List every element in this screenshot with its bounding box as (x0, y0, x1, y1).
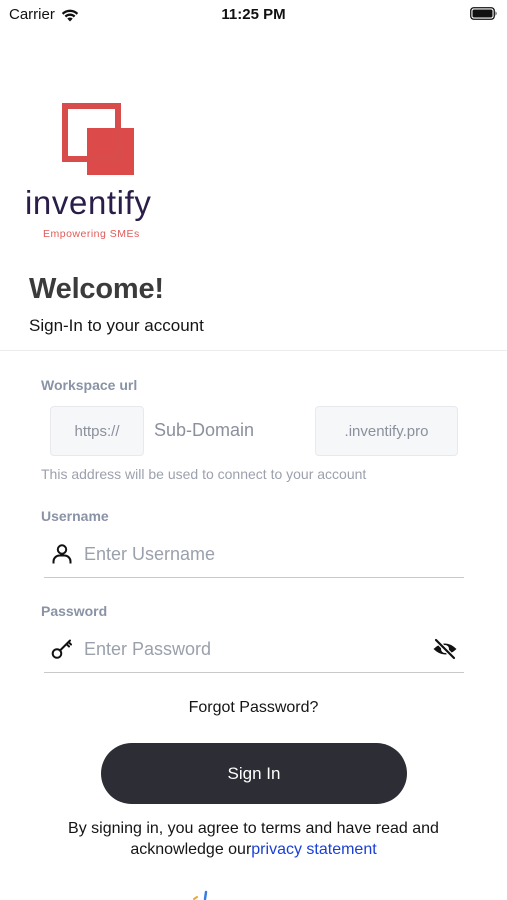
page-subtitle: Sign-In to your account (29, 316, 204, 335)
divider (0, 350, 507, 351)
page-title: Welcome! (29, 273, 164, 305)
key-icon (51, 639, 72, 659)
password-input[interactable] (84, 637, 414, 661)
username-field[interactable] (44, 532, 464, 578)
footer-logo-icon (193, 890, 208, 900)
status-time: 11:25 PM (221, 6, 286, 23)
username-label: Username (41, 508, 109, 524)
workspace-label: Workspace url (41, 377, 138, 393)
user-icon (52, 544, 72, 564)
app-logo: inventify Empowering SMEs (22, 100, 182, 245)
sign-in-button[interactable]: Sign In (101, 743, 407, 804)
workspace-prefix: https:// (50, 406, 144, 456)
status-bar: Carrier 11:25 PM (0, 0, 507, 30)
username-input[interactable] (84, 542, 414, 566)
logo-wordmark: inventify (25, 184, 152, 221)
workspace-suffix: .inventify.pro (315, 406, 458, 456)
password-field[interactable] (44, 627, 464, 673)
logo-mark-icon (62, 103, 134, 175)
privacy-statement-link[interactable]: privacy statement (251, 841, 376, 858)
subdomain-input[interactable] (154, 420, 304, 441)
terms-text: By signing in, you agree to terms and ha… (20, 818, 487, 860)
forgot-password-link[interactable]: Forgot Password? (0, 699, 507, 717)
logo-tagline: Empowering SMEs (43, 228, 140, 240)
battery-icon (470, 7, 497, 20)
workspace-hint: This address will be used to connect to … (41, 466, 367, 482)
password-label: Password (41, 603, 108, 619)
eye-slash-icon[interactable] (432, 638, 458, 660)
